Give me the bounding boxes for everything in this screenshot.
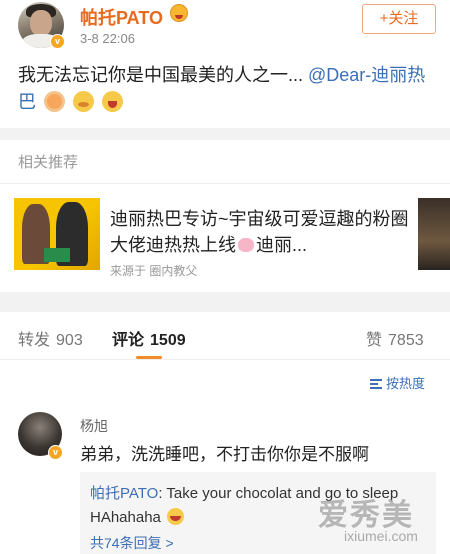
commenter-name[interactable]: 杨旭 [80, 416, 108, 436]
like-count: 7853 [388, 332, 424, 349]
tab-comments[interactable]: 评论 1509 [112, 326, 186, 350]
verified-badge-icon: v [48, 445, 63, 460]
tab-repost[interactable]: 转发 903 [18, 326, 83, 350]
post-body: 我无法忘记你是中国最美的人之一... @Dear-迪丽热巴 [18, 62, 438, 116]
laughing-emoji-icon [167, 508, 185, 525]
repost-count: 903 [56, 332, 83, 349]
sort-label: 按热度 [386, 376, 426, 391]
tab-likes[interactable]: 赞 7853 [366, 326, 424, 350]
thumbnail-sign [44, 248, 70, 262]
section-divider [0, 292, 450, 312]
comment-label: 评论 [112, 332, 145, 349]
next-card-thumbnail[interactable] [418, 198, 450, 270]
reply-author[interactable]: 帕托PATO [90, 485, 158, 502]
verified-badge-icon: v [50, 34, 65, 49]
related-title-tail: 迪丽... [256, 235, 308, 255]
avatar-face [30, 10, 52, 36]
interaction-tabs: 转发 903 评论 1509 赞 7853 [0, 312, 450, 360]
pray-hands-emoji-icon [44, 91, 66, 112]
related-section-title: 相关推荐 [18, 154, 79, 171]
watermark: 爱秀美 ixiumei.com [318, 490, 446, 550]
like-label: 赞 [366, 332, 383, 349]
sort-by-popularity-button[interactable]: 按热度 [370, 373, 425, 392]
related-thumbnail[interactable] [14, 198, 100, 270]
repost-label: 转发 [18, 332, 51, 349]
related-title[interactable]: 迪丽热巴专访~宇宙级可爱逗趣的粉圈大佬迪热热上线 迪丽... [110, 206, 410, 258]
weibo-post: v 帕托PATO 3-8 22:06 +关注 我无法忘记你是中国最美的人之一..… [0, 0, 450, 128]
section-divider [0, 128, 450, 140]
related-source: 来源于 圈内教父 [110, 264, 198, 278]
laughing-face-emoji-icon [102, 91, 124, 112]
more-replies-link[interactable]: 共74条回复 > [90, 533, 174, 553]
related-card[interactable]: 迪丽热巴专访~宇宙级可爱逗趣的粉圈大佬迪热热上线 迪丽... 来源于 圈内教父 [0, 183, 450, 291]
post-text: 我无法忘记你是中国最美的人之一... [18, 65, 309, 85]
follow-button[interactable]: +关注 [362, 4, 436, 34]
pig-emoji-icon [238, 238, 254, 252]
post-timestamp: 3-8 22:06 [80, 31, 135, 46]
watermark-url: ixiumei.com [344, 528, 418, 544]
sort-icon [370, 379, 382, 389]
blushing-face-emoji-icon [73, 91, 95, 112]
comment-count: 1509 [150, 332, 186, 349]
active-tab-indicator [136, 356, 162, 359]
comment-text: 弟弟，洗洗睡吧，不打击你你是不服啊 [80, 445, 369, 464]
angry-face-icon [170, 4, 188, 22]
poster-username[interactable]: 帕托PATO [80, 4, 163, 30]
